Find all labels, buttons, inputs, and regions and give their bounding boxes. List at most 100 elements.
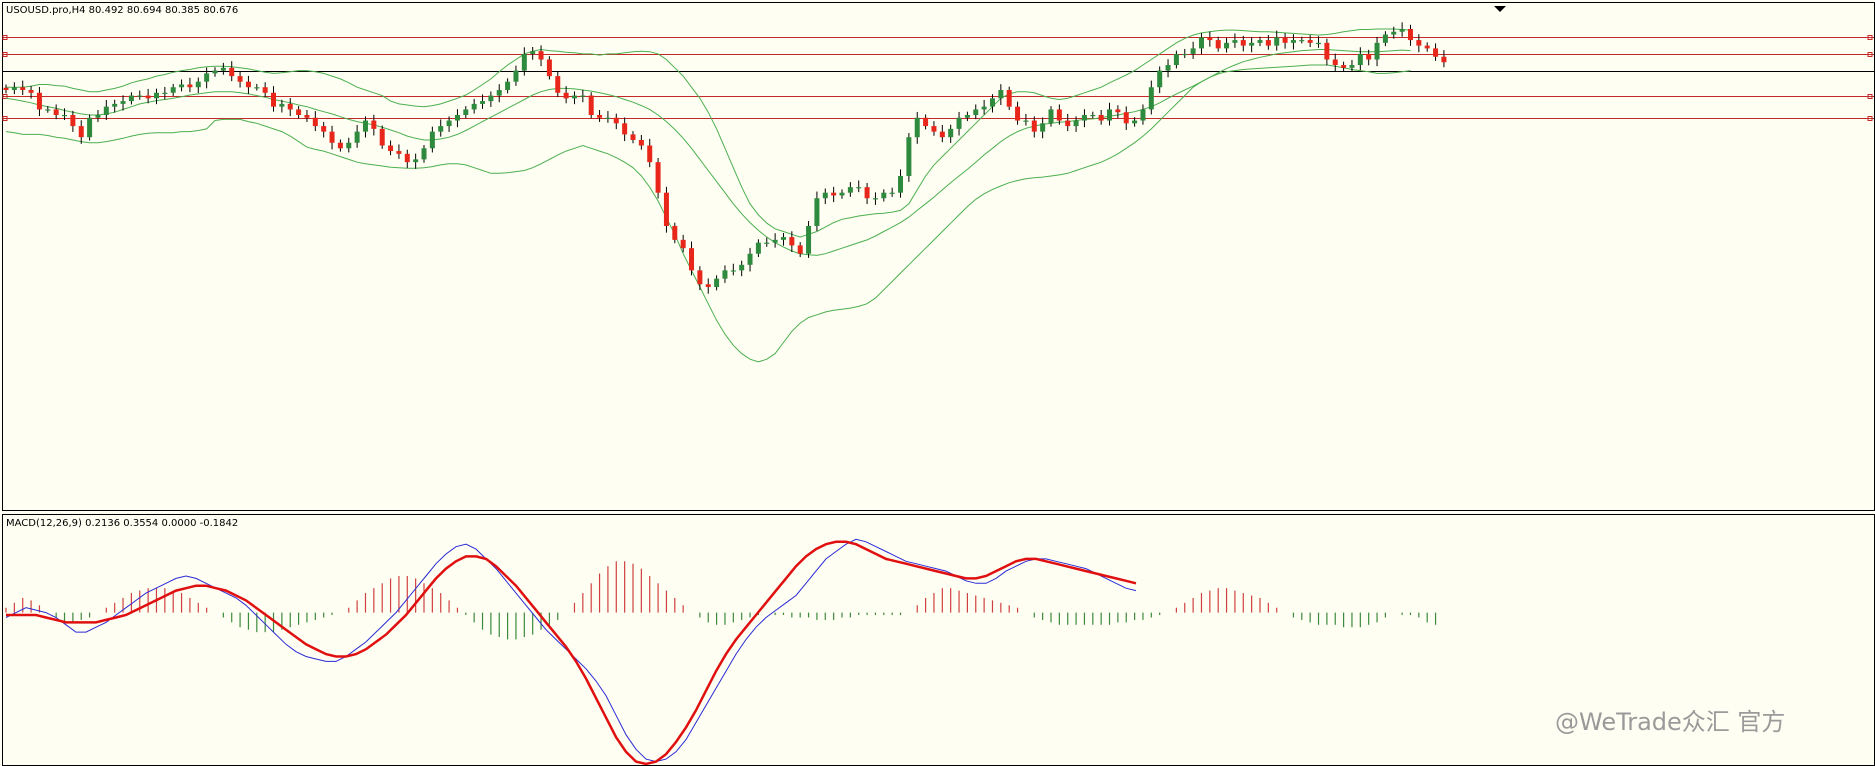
candle-body-bull [1316, 42, 1322, 45]
candle-body-bull [580, 95, 586, 97]
candle [923, 114, 929, 130]
candle [112, 99, 118, 113]
candle-body-bear [622, 123, 628, 135]
candle [722, 265, 728, 283]
candle-body-bull [605, 117, 611, 119]
candle [822, 188, 828, 205]
candle [889, 187, 895, 197]
candle-body-bull [362, 120, 368, 132]
candle [1232, 33, 1238, 48]
candle [245, 75, 251, 94]
candle [1324, 38, 1330, 66]
candle [831, 186, 837, 203]
candle-body-bear [1324, 42, 1330, 60]
candle-body-bull [814, 198, 820, 226]
candle-body-bull [1107, 109, 1113, 121]
candle-body-bull [822, 192, 828, 199]
candle-body-bull [998, 90, 1004, 99]
candle-body-bear [1115, 109, 1121, 113]
candle-body-bear [28, 90, 34, 93]
candle-body-bear [1015, 106, 1021, 121]
candle [755, 239, 761, 258]
candle [463, 106, 469, 119]
candle [53, 104, 59, 120]
candle-body-bull [1290, 40, 1296, 43]
macd-indicator-label: MACD(12,26,9) 0.2136 0.3554 0.0000 -0.18… [6, 518, 238, 529]
candle [1123, 106, 1129, 130]
candle [739, 260, 745, 277]
candle-body-bear [20, 87, 26, 91]
symbol-info-label: USOUSD.pro,H4 80.492 80.694 80.385 80.67… [6, 5, 238, 16]
candle-body-bull [87, 117, 93, 138]
candle-body-bull [429, 131, 435, 149]
candle [914, 111, 920, 144]
candle-body-bear [1441, 56, 1447, 63]
candle-body-bull [220, 67, 226, 71]
candle [404, 149, 410, 168]
candle [438, 119, 444, 137]
candle [1031, 116, 1037, 138]
candle-body-bull [1257, 40, 1263, 43]
candle [179, 79, 185, 92]
candle [1307, 35, 1313, 48]
candle [655, 157, 661, 199]
candle [195, 77, 201, 94]
candle-body-bear [229, 67, 235, 77]
candle [162, 86, 168, 100]
candle-body-bear [1416, 40, 1422, 46]
candle [705, 278, 711, 294]
candle [287, 98, 293, 117]
candle-body-bear [831, 192, 837, 196]
bollinger-bands [5, 28, 1411, 363]
candle-body-bull [1224, 42, 1230, 49]
candle [505, 78, 511, 94]
candle [496, 84, 502, 103]
candle-body-bear [304, 114, 310, 118]
candle [204, 67, 210, 89]
candle-body-bull [496, 90, 502, 96]
candle-body-bull [1132, 120, 1138, 124]
candle-body-bull [881, 192, 887, 199]
candle-body-bull [981, 106, 987, 110]
candle-body-bull [1274, 37, 1280, 46]
candle [1282, 33, 1288, 49]
candle [421, 144, 427, 163]
candle-body-bear [638, 139, 644, 146]
candle-body-bear [613, 117, 619, 124]
candle [1399, 22, 1405, 37]
candle-body-bull [739, 264, 745, 271]
candle [1257, 36, 1263, 47]
candle-body-bear [931, 126, 937, 132]
candle [1006, 86, 1012, 110]
candle [772, 233, 778, 248]
candle [454, 109, 460, 128]
candle [580, 89, 586, 103]
candle-body-bear [939, 131, 945, 138]
candle-body-bull [128, 95, 134, 102]
candle [396, 144, 402, 159]
candle-body-bear [1240, 40, 1246, 46]
candle [663, 186, 669, 233]
candle-body-bear [1341, 65, 1347, 68]
candle-body-bear [1056, 109, 1062, 121]
candle-body-bull [1299, 40, 1305, 42]
horizontal-levels[interactable] [2, 35, 1874, 121]
candle-body-bull [1048, 109, 1054, 124]
candle-body-bull [1173, 53, 1179, 66]
candle-body-bull [889, 192, 895, 194]
candle-body-bear [321, 126, 327, 132]
candle-body-bear [404, 153, 410, 163]
candle-body-bull [1399, 28, 1405, 32]
candle-body-bull [162, 92, 168, 94]
candle-body-bear [1332, 59, 1338, 66]
candle [371, 114, 377, 136]
signal-line [6, 540, 1137, 766]
candle [1332, 53, 1338, 72]
chart-shift-marker[interactable] [1494, 6, 1506, 12]
candle [1148, 80, 1154, 115]
candle [95, 109, 101, 122]
candle-body-bull [847, 187, 853, 193]
bollinger-lower-band [5, 64, 1411, 363]
chart-canvas[interactable]: USOUSD.pro,H4 80.492 80.694 80.385 80.67… [0, 0, 1875, 766]
candle [1416, 34, 1422, 53]
